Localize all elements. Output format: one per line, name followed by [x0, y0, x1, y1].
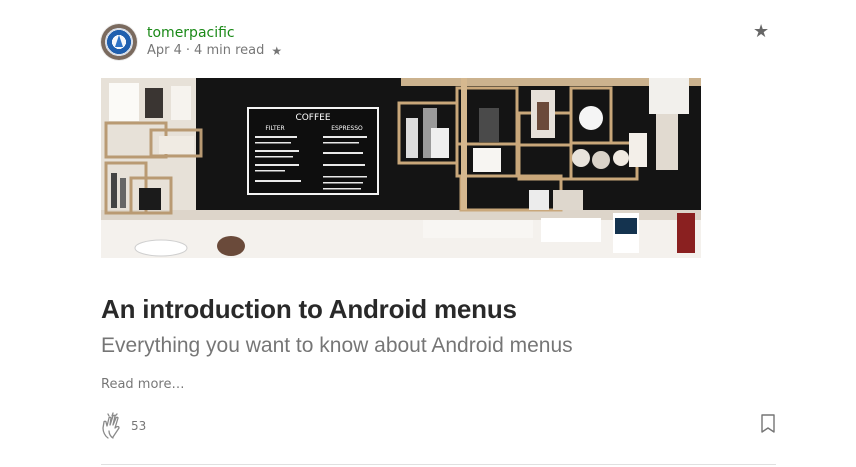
post-date[interactable]: Apr 4 — [147, 42, 182, 60]
post-meta-line: Apr 4 · 4 min read ★ — [147, 42, 282, 60]
board-right-heading: ESPRESSO — [331, 125, 363, 132]
hero-image[interactable]: COFFEE FILTER ESPRESSO — [101, 78, 701, 258]
post-title[interactable]: An introduction to Android menus — [101, 293, 517, 325]
bookmark-button[interactable] — [760, 414, 776, 434]
clap-count[interactable]: 53 — [131, 418, 146, 434]
post-card: tomerpacific Apr 4 · 4 min read ★ ★ COFF… — [0, 0, 856, 467]
post-meta: tomerpacific Apr 4 · 4 min read ★ — [147, 24, 282, 60]
post-header: tomerpacific Apr 4 · 4 min read ★ — [101, 22, 282, 62]
member-star-icon: ★ — [271, 44, 283, 58]
board-heading: COFFEE — [295, 113, 330, 123]
featured-star-icon[interactable]: ★ — [753, 21, 769, 42]
read-time: 4 min read — [194, 43, 265, 58]
read-more-link[interactable]: Read more… — [101, 377, 184, 392]
clap-icon — [102, 412, 120, 439]
clap-button[interactable] — [101, 412, 127, 440]
board-left-heading: FILTER — [265, 125, 284, 132]
meta-separator: · — [185, 43, 191, 58]
bookmark-icon — [761, 414, 775, 433]
post-divider — [101, 464, 776, 465]
author-name[interactable]: tomerpacific — [147, 24, 282, 42]
post-subtitle[interactable]: Everything you want to know about Androi… — [101, 332, 573, 360]
author-avatar[interactable] — [101, 24, 137, 60]
